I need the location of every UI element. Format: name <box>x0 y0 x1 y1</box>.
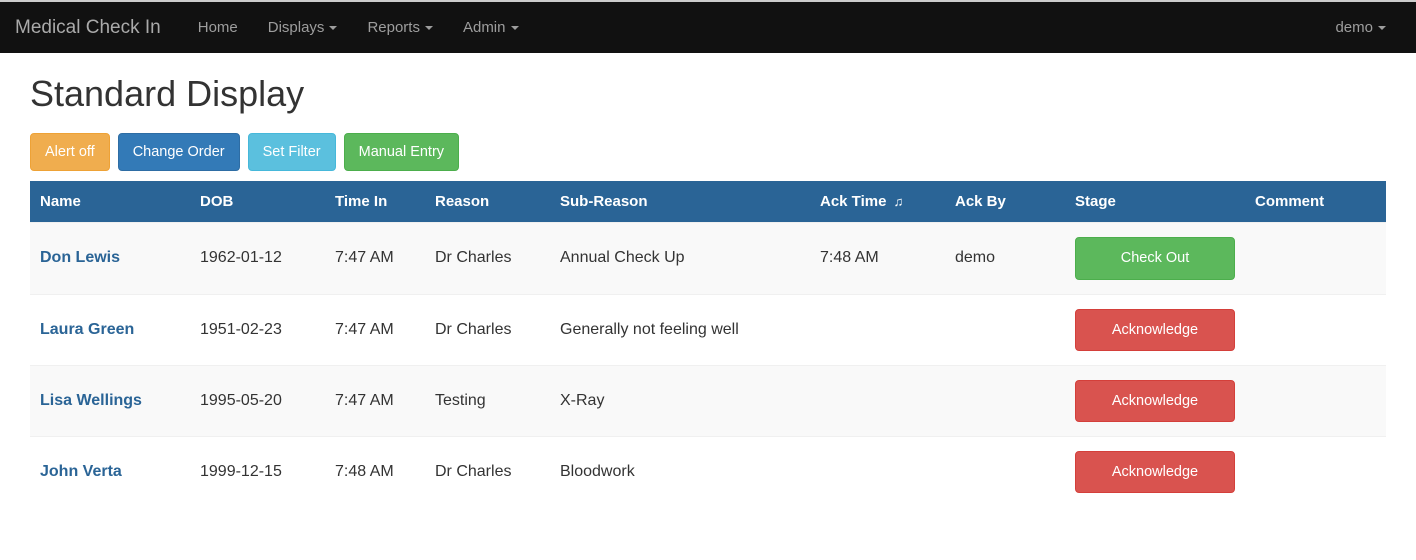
manual-entry-button[interactable]: Manual Entry <box>344 133 459 171</box>
cell-name: Lisa Wellings <box>30 365 190 436</box>
cell-dob: 1962-01-12 <box>190 223 325 294</box>
chevron-down-icon <box>511 26 519 30</box>
nav-user[interactable]: demo <box>1320 19 1401 36</box>
cell-ack-time <box>810 437 945 508</box>
cell-ack-time: 7:48 AM <box>810 223 945 294</box>
cell-time-in: 7:48 AM <box>325 437 425 508</box>
cell-name: Laura Green <box>30 294 190 365</box>
cell-stage: Acknowledge <box>1065 365 1245 436</box>
navbar: Medical Check In Home Displays Reports A… <box>0 2 1416 53</box>
alert-off-button[interactable]: Alert off <box>30 133 110 171</box>
chevron-down-icon <box>425 26 433 30</box>
nav-reports[interactable]: Reports <box>352 19 448 36</box>
nav-admin-label: Admin <box>463 19 506 36</box>
nav-home-label: Home <box>198 19 238 36</box>
cell-ack-by <box>945 294 1065 365</box>
header-stage[interactable]: Stage <box>1065 181 1245 223</box>
cell-sub-reason: Generally not feeling well <box>550 294 810 365</box>
chevron-down-icon <box>1378 26 1386 30</box>
cell-time-in: 7:47 AM <box>325 294 425 365</box>
cell-stage: Check Out <box>1065 223 1245 294</box>
nav-displays-label: Displays <box>268 19 325 36</box>
acknowledge-button[interactable]: Acknowledge <box>1075 451 1235 493</box>
cell-name: John Verta <box>30 437 190 508</box>
header-time-in[interactable]: Time In <box>325 181 425 223</box>
acknowledge-button[interactable]: Acknowledge <box>1075 309 1235 351</box>
cell-dob: 1999-12-15 <box>190 437 325 508</box>
cell-name: Don Lewis <box>30 223 190 294</box>
brand[interactable]: Medical Check In <box>15 17 173 39</box>
patient-name-link[interactable]: John Verta <box>40 463 122 480</box>
cell-sub-reason: X-Ray <box>550 365 810 436</box>
cell-stage: Acknowledge <box>1065 437 1245 508</box>
acknowledge-button[interactable]: Acknowledge <box>1075 380 1235 422</box>
header-dob[interactable]: DOB <box>190 181 325 223</box>
nav-home[interactable]: Home <box>183 19 253 36</box>
table-header-row: Name DOB Time In Reason Sub-Reason Ack T… <box>30 181 1386 223</box>
table-row: Laura Green 1951-02-237:47 AMDr CharlesGe… <box>30 294 1386 365</box>
table-row: John Verta 1999-12-157:48 AMDr CharlesBlo… <box>30 437 1386 508</box>
cell-comment <box>1245 294 1386 365</box>
check-out-button[interactable]: Check Out <box>1075 237 1235 279</box>
header-ack-time[interactable]: Ack Time ♫ <box>810 181 945 223</box>
cell-dob: 1995-05-20 <box>190 365 325 436</box>
cell-time-in: 7:47 AM <box>325 223 425 294</box>
cell-comment <box>1245 223 1386 294</box>
cell-dob: 1951-02-23 <box>190 294 325 365</box>
cell-ack-time <box>810 365 945 436</box>
cell-reason: Testing <box>425 365 550 436</box>
cell-ack-by <box>945 365 1065 436</box>
cell-reason: Dr Charles <box>425 294 550 365</box>
cell-reason: Dr Charles <box>425 437 550 508</box>
patient-name-link[interactable]: Lisa Wellings <box>40 392 142 409</box>
nav-user-label: demo <box>1335 19 1373 36</box>
page-title: Standard Display <box>30 73 1386 115</box>
checkin-table: Name DOB Time In Reason Sub-Reason Ack T… <box>30 181 1386 507</box>
cell-comment <box>1245 365 1386 436</box>
header-name[interactable]: Name <box>30 181 190 223</box>
cell-reason: Dr Charles <box>425 223 550 294</box>
nav-admin[interactable]: Admin <box>448 19 534 36</box>
navbar-left: Medical Check In Home Displays Reports A… <box>15 17 534 39</box>
header-reason[interactable]: Reason <box>425 181 550 223</box>
patient-name-link[interactable]: Don Lewis <box>40 249 120 266</box>
patient-name-link[interactable]: Laura Green <box>40 321 134 338</box>
chevron-down-icon <box>329 26 337 30</box>
header-comment[interactable]: Comment <box>1245 181 1386 223</box>
header-ack-time-label: Ack Time <box>820 193 886 210</box>
navbar-right: demo <box>1320 19 1401 36</box>
header-sub-reason[interactable]: Sub-Reason <box>550 181 810 223</box>
change-order-button[interactable]: Change Order <box>118 133 240 171</box>
table-row: Don Lewis 1962-01-127:47 AMDr CharlesAnnu… <box>30 223 1386 294</box>
cell-stage: Acknowledge <box>1065 294 1245 365</box>
cell-comment <box>1245 437 1386 508</box>
cell-ack-by <box>945 437 1065 508</box>
table-row: Lisa Wellings 1995-05-207:47 AMTestingX-R… <box>30 365 1386 436</box>
toolbar: Alert off Change Order Set Filter Manual… <box>30 133 1386 171</box>
header-ack-by[interactable]: Ack By <box>945 181 1065 223</box>
set-filter-button[interactable]: Set Filter <box>248 133 336 171</box>
music-icon: ♫ <box>894 194 904 209</box>
nav-displays[interactable]: Displays <box>253 19 353 36</box>
main-container: Standard Display Alert off Change Order … <box>0 53 1416 527</box>
cell-ack-by: demo <box>945 223 1065 294</box>
cell-time-in: 7:47 AM <box>325 365 425 436</box>
cell-ack-time <box>810 294 945 365</box>
cell-sub-reason: Bloodwork <box>550 437 810 508</box>
cell-sub-reason: Annual Check Up <box>550 223 810 294</box>
nav-reports-label: Reports <box>367 19 420 36</box>
